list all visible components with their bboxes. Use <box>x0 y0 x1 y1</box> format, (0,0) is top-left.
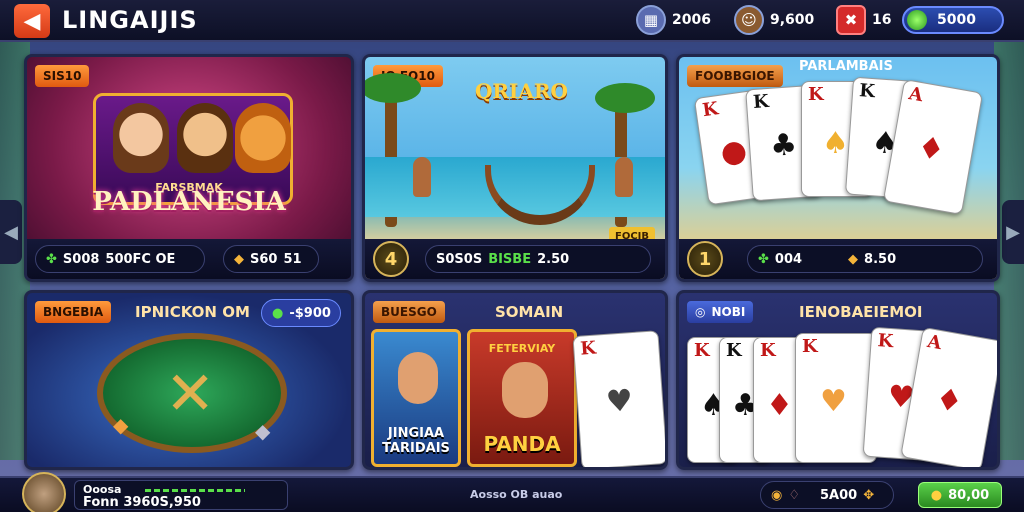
treasure-icon: ▦ <box>636 5 666 35</box>
chevron-right-icon: ▶ <box>1006 221 1020 243</box>
coin-icon: ◉ <box>771 487 783 503</box>
circle-icon: ◎ <box>695 305 706 319</box>
player-balance: Fonn 3960S,950 <box>83 495 201 510</box>
game-logo: PADLANESIA <box>92 187 286 217</box>
stat-value: 2.50 <box>537 251 570 267</box>
palm-leaves <box>595 83 655 113</box>
game-title: PARLAMBAIS <box>799 59 893 74</box>
stat-pill: ◆ S60 51 <box>223 245 319 273</box>
game-tile-padlanesia[interactable]: SIS10 FARSBMAK PADLANESIA ✤ S008 500FC O… <box>24 54 354 282</box>
stat-pill: ✤ 004 ◆ 8.50 <box>747 245 983 273</box>
stat-tickets[interactable]: ✖ 16 <box>836 5 891 35</box>
avatar-icon: ☺ <box>734 5 764 35</box>
footer-info: Aosso OB auao <box>470 488 563 501</box>
stat-pill: S0S0S BISBE 2.50 <box>425 245 651 273</box>
bag-icon: ◆ <box>234 251 244 267</box>
stat-value: S0S0S <box>436 251 483 267</box>
stat-value: 51 <box>283 251 302 267</box>
stat-pill: ✤ S008 500FC OE <box>35 245 205 273</box>
footer-value: 5A00 <box>820 487 858 503</box>
top-bar: ◀ LINGAIJIS ▦ 2006 ☺ 9,600 ✖ 16 5000 <box>0 0 1024 42</box>
scroll-left-button[interactable]: ◀ <box>0 200 22 264</box>
stat-gems-value: 2006 <box>672 12 711 28</box>
poster-title: PANDA <box>483 432 561 456</box>
game-tile-somain[interactable]: BUESGO SOMAIN JINGIAA TARIDAIS FETERVIAY… <box>362 290 668 470</box>
buy-button-label: 80,00 <box>948 487 990 503</box>
game-tile-qriaro[interactable]: IO FO10 QRIARO FOCIB 4 S0S0S BISBE 2.50 <box>362 54 668 282</box>
coin-icon <box>907 10 927 30</box>
stat-value: 004 <box>774 251 803 267</box>
game-tile-parlambais[interactable]: FOOBBGIOE PARLAMBAIS K ● K ♣ K ♠ K ♠ A ♦ 1 ✤ … <box>676 54 1000 282</box>
coin-balance-value: 5000 <box>937 12 976 28</box>
poster-subtitle: FETERVIAY <box>488 342 556 355</box>
stat-value: 500FC OE <box>105 251 176 267</box>
poster-title: JINGIAA TARIDAIS <box>382 426 450 456</box>
game-stats-bar: 1 ✤ 004 ◆ 8.50 <box>679 239 997 279</box>
game-tag: BNGEBIA <box>35 301 112 323</box>
fisherman-left <box>413 157 431 197</box>
game-title: IPNICKON OM <box>135 303 250 321</box>
game-tag: BUESGO <box>373 301 445 323</box>
chip-value-text: -$900 <box>289 305 331 321</box>
fish-icon: ◆ <box>113 413 129 437</box>
fish-icon: ◆ <box>255 419 271 443</box>
chip-value: ● -$900 <box>261 299 341 327</box>
cross-icon: ✥ <box>863 487 875 503</box>
game-tag: ◎ NOBI <box>687 301 754 323</box>
game-poster: FETERVIAY PANDA <box>467 329 577 467</box>
stat-tickets-value: 16 <box>872 12 892 28</box>
bag-icon: ◆ <box>848 251 859 267</box>
footer-balance[interactable]: ◉ ♢ 5A00 ✥ <box>760 481 894 509</box>
stat-value: S60 <box>250 251 278 267</box>
playing-card: K ♥ <box>572 330 665 467</box>
stat-value: S008 <box>62 251 100 267</box>
game-tag-label: NOBI <box>711 305 746 319</box>
buy-button[interactable]: ● 80,00 <box>918 482 1002 508</box>
play-button[interactable]: 4 <box>373 241 409 277</box>
player-avatar[interactable] <box>22 472 66 512</box>
back-button[interactable]: ◀ <box>14 4 50 38</box>
character-face <box>398 352 438 404</box>
game-title: IENOBAEIEMOI <box>799 303 923 321</box>
progress-bar <box>145 489 245 492</box>
coin-icon: ● <box>272 305 284 321</box>
game-logo: QRIARO <box>475 79 568 103</box>
game-title: SOMAIN <box>495 303 564 321</box>
stat-value: BISBE <box>488 251 532 267</box>
chevron-left-icon: ◀ <box>23 8 41 34</box>
character-man <box>177 103 233 173</box>
chevron-left-icon: ◀ <box>4 221 18 243</box>
app-title: LINGAIJIS <box>62 6 198 34</box>
game-tile-ipnickon[interactable]: BNGEBIA IPNICKON OM ● -$900 ✕ ◆ ◆ <box>24 290 354 470</box>
stat-value: 8.50 <box>864 251 897 267</box>
crossed-oars-icon: ✕ <box>165 359 216 429</box>
game-stats-bar: 4 S0S0S BISBE 2.50 <box>365 239 665 279</box>
game-tag: FOOBBGIOE <box>687 65 783 87</box>
clover-icon: ✤ <box>758 251 769 267</box>
clover-icon: ✤ <box>46 251 57 267</box>
game-poster: JINGIAA TARIDAIS <box>371 329 461 467</box>
character-woman <box>113 103 169 173</box>
fisherman-right <box>615 157 633 197</box>
play-button[interactable]: 1 <box>687 241 723 277</box>
ticket-icon: ✖ <box>836 5 866 35</box>
character-fox <box>235 103 291 173</box>
coin-balance[interactable]: 5000 <box>902 6 1004 34</box>
game-stats-bar: ✤ S008 500FC OE ◆ S60 51 <box>27 239 351 279</box>
heart-icon: ♢ <box>788 487 800 503</box>
stat-player[interactable]: ☺ 9,600 <box>734 5 814 35</box>
stat-gems[interactable]: ▦ 2006 <box>636 5 711 35</box>
palm-leaves <box>365 73 421 103</box>
game-tag: SIS10 <box>35 65 90 87</box>
footer-bar: Ooosa Fonn 3960S,950 Aosso OB auao ◉ ♢ 5… <box>0 472 1024 512</box>
coin-icon: ● <box>930 487 943 503</box>
scroll-right-button[interactable]: ▶ <box>1002 200 1024 264</box>
character-face <box>502 362 548 418</box>
game-tile-ienobaeiemoi[interactable]: ◎ NOBI IENOBAEIEMOI K ♠ K ♣ K ♦ K ♥ K ♥ A ♦ <box>676 290 1000 470</box>
player-info: Ooosa Fonn 3960S,950 <box>74 480 288 510</box>
stat-player-value: 9,600 <box>770 12 815 28</box>
